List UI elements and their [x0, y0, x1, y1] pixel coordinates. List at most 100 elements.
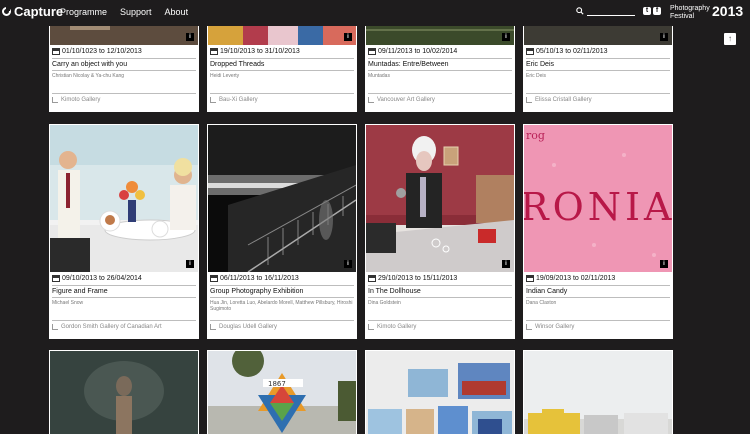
top-navigation-bar: Capture Programme Support About t f Phot… [0, 0, 750, 26]
event-image[interactable] [524, 351, 672, 434]
event-card[interactable] [49, 350, 199, 434]
event-image[interactable]: rog RONIA i [524, 125, 672, 272]
divider [526, 320, 670, 321]
facebook-icon[interactable]: f [653, 7, 661, 15]
divider [52, 70, 196, 71]
nav-about[interactable]: About [165, 7, 189, 17]
event-title[interactable]: Indian Candy [526, 288, 567, 295]
event-venue[interactable]: Winsor Gallery [526, 324, 574, 330]
divider [210, 58, 354, 59]
divider [368, 58, 512, 59]
scroll-to-top-button[interactable]: ↑ [724, 33, 736, 45]
event-artist: Heidi Leverty [210, 73, 240, 79]
main-nav: Programme Support About [60, 7, 188, 17]
event-card[interactable]: 1867 [207, 350, 357, 434]
info-icon[interactable]: i [660, 260, 668, 268]
calendar-icon [210, 48, 218, 55]
event-date: 05/10/13 to 02/11/2013 [526, 48, 608, 55]
event-title[interactable]: In The Dollhouse [368, 288, 421, 295]
event-venue[interactable]: Gordon Smith Gallery of Canadian Art [52, 324, 162, 330]
divider [526, 93, 670, 94]
location-icon [210, 324, 216, 330]
event-date: 01/10/1023 to 12/10/2013 [52, 48, 142, 55]
divider [368, 297, 512, 298]
logo-ring-icon [2, 7, 11, 16]
event-image[interactable]: i [366, 125, 514, 272]
calendar-icon [368, 48, 376, 55]
festival-year: 2013 [712, 3, 744, 19]
calendar-icon [526, 275, 534, 282]
location-icon [52, 97, 58, 103]
capture-logo[interactable]: Capture [2, 4, 63, 19]
event-venue[interactable]: Vancouver Art Gallery [368, 97, 435, 103]
nav-support[interactable]: Support [120, 7, 152, 17]
event-image[interactable]: i [208, 125, 356, 272]
event-venue[interactable]: Elissa Cristall Gallery [526, 97, 592, 103]
divider [526, 70, 670, 71]
info-icon[interactable]: i [344, 33, 352, 41]
divider [368, 285, 512, 286]
image-text-top: rog [526, 129, 545, 142]
event-title[interactable]: Muntadas: Entre/Between [368, 61, 449, 68]
event-date: 19/09/2013 to 02/11/2013 [526, 275, 615, 282]
event-card[interactable]: rog RONIA i 19/09/2013 to 02/11/2013 Ind… [523, 124, 673, 339]
event-venue[interactable]: Douglas Udell Gallery [210, 324, 277, 330]
event-card[interactable] [365, 350, 515, 434]
info-icon[interactable]: i [660, 33, 668, 41]
info-icon[interactable]: i [344, 260, 352, 268]
twitter-icon[interactable]: t [643, 7, 651, 15]
divider [526, 297, 670, 298]
event-date: 29/10/2013 to 15/11/2013 [368, 275, 457, 282]
event-artist: Dana Claxton [526, 300, 557, 306]
event-card[interactable]: i 29/10/2013 to 15/11/2013 In The Dollho… [365, 124, 515, 339]
calendar-icon [526, 48, 534, 55]
info-icon[interactable]: i [502, 33, 510, 41]
event-title[interactable]: Group Photography Exhibition [210, 288, 303, 295]
info-icon[interactable]: i [502, 260, 510, 268]
divider [526, 285, 670, 286]
event-date: 19/10/2013 to 31/10/2013 [210, 48, 300, 55]
nav-programme[interactable]: Programme [60, 7, 107, 17]
location-icon [526, 324, 532, 330]
calendar-icon [52, 275, 60, 282]
event-artist: Michael Snow [52, 300, 84, 306]
divider [210, 285, 354, 286]
calendar-icon [368, 275, 376, 282]
search-input[interactable] [587, 8, 635, 16]
divider [210, 70, 354, 71]
event-artist: Hua Jin, Loretta Luo, Abelardo Morell, M… [210, 300, 353, 312]
event-title[interactable]: Eric Deis [526, 61, 554, 68]
festival-label: Photography Festival [670, 5, 710, 20]
event-venue[interactable]: Kimoto Gallery [52, 97, 100, 103]
info-icon[interactable]: i [186, 260, 194, 268]
search-icon[interactable] [576, 7, 584, 15]
image-text-candy: RONIA [524, 185, 672, 229]
calendar-icon [52, 48, 60, 55]
event-image[interactable]: 1867 [208, 351, 356, 434]
info-icon[interactable]: i [186, 33, 194, 41]
event-title[interactable]: Dropped Threads [210, 61, 264, 68]
divider [368, 70, 512, 71]
event-artist: Dina Goldstein [368, 300, 401, 306]
event-venue[interactable]: Kimoto Gallery [368, 324, 416, 330]
event-image[interactable] [366, 351, 514, 434]
event-title[interactable]: Figure and Frame [52, 288, 108, 295]
event-image[interactable]: i [50, 125, 198, 272]
divider [52, 93, 196, 94]
divider [526, 58, 670, 59]
image-text-sign: 1867 [268, 380, 286, 388]
event-card[interactable]: i 09/10/2013 to 26/04/2014 Figure and Fr… [49, 124, 199, 339]
calendar-icon [210, 275, 218, 282]
divider [368, 93, 512, 94]
location-icon [368, 97, 374, 103]
event-title[interactable]: Carry an object with you [52, 61, 127, 68]
divider [52, 58, 196, 59]
event-card[interactable] [523, 350, 673, 434]
event-venue[interactable]: Bau-Xi Gallery [210, 97, 258, 103]
location-icon [52, 324, 58, 330]
event-artist: Christian Nicolay & Ya-chu Kang [52, 73, 125, 79]
event-card[interactable]: i 06/11/2013 to 16/11/2013 Group Photogr… [207, 124, 357, 339]
event-image[interactable] [50, 351, 198, 434]
divider [52, 297, 196, 298]
divider [52, 320, 196, 321]
